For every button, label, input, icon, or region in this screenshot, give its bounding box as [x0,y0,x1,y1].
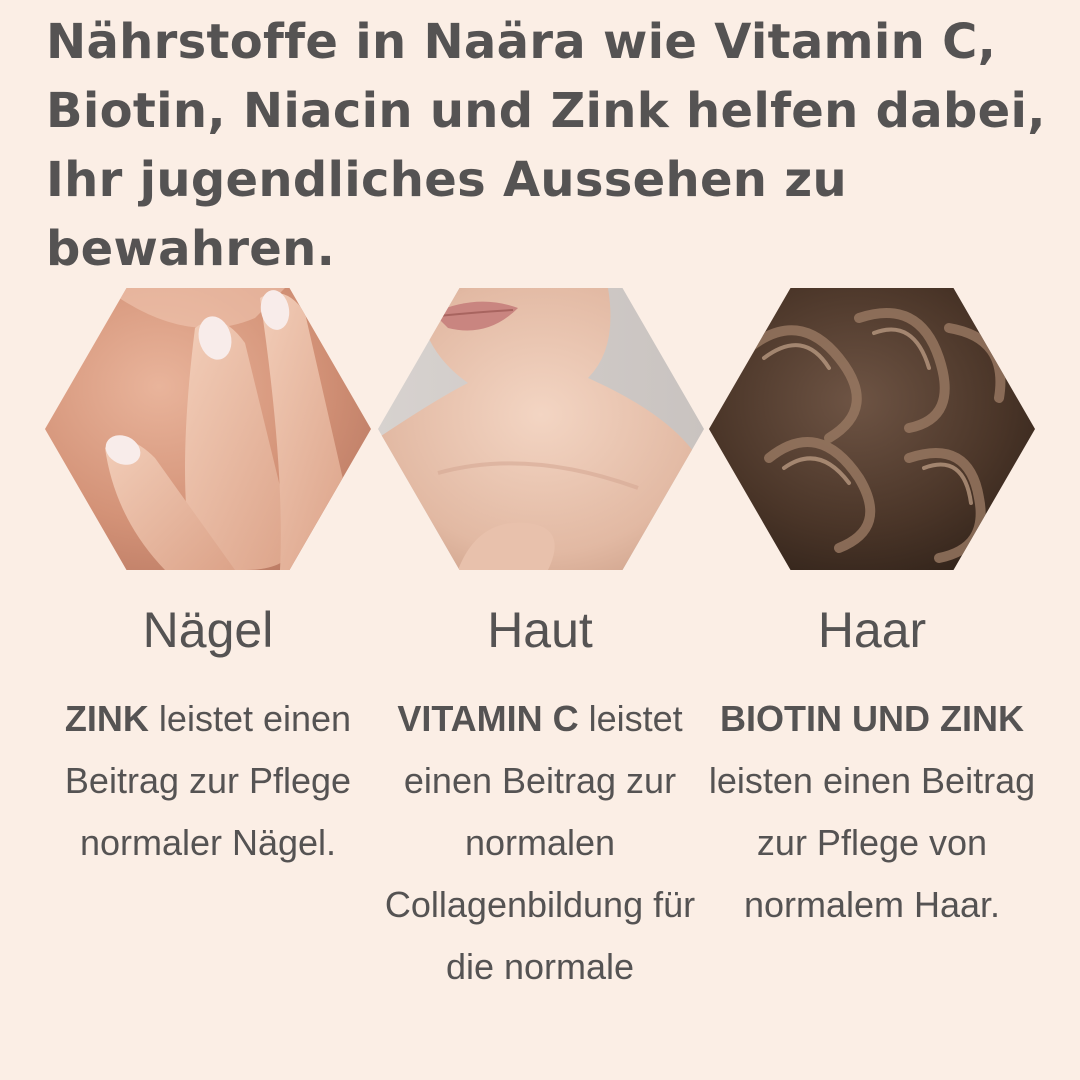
hair-column: Haar BIOTIN UND ZINK leisten einen Beitr… [707,598,1037,936]
skin-title: Haut [487,602,593,658]
skin-hexagon-image [378,288,704,570]
hair-hexagon-image [709,288,1035,570]
skin-column: Haut VITAMIN C leistet einen Beitrag zur… [375,598,705,998]
nails-nutrient: ZINK [64,698,149,739]
nails-column: Nägel ZINK leistet einen Beitrag zur Pfl… [43,598,373,874]
hair-nutrient: BIOTIN UND ZINK [720,698,1024,739]
nails-description: ZINK leistet einen Beitrag zur Pflege no… [43,688,373,874]
hair-title: Haar [817,602,927,658]
headline: Nährstoffe in Naära wie Vitamin C, Bioti… [46,14,1046,277]
skin-nutrient: VITAMIN C [397,698,579,739]
nails-hexagon-image [45,288,371,570]
skin-description-text: leistet einen Beitrag zur normalen Colla… [384,698,696,987]
nails-title: Nägel [142,602,274,658]
skin-description: VITAMIN C leistet einen Beitrag zur norm… [375,688,705,998]
hair-description: BIOTIN UND ZINK leisten einen Beitrag zu… [707,688,1037,936]
hair-description-text: leisten einen Beitrag zur Pflege von nor… [708,760,1036,925]
